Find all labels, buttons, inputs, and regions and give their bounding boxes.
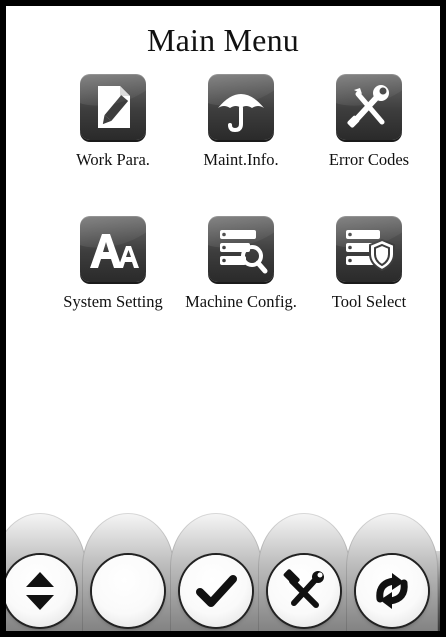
font-aa-icon (90, 234, 139, 268)
document-pencil-icon (98, 86, 130, 128)
scroll-button[interactable] (6, 513, 86, 631)
tools-button[interactable] (258, 513, 350, 631)
work-para-tile[interactable] (80, 74, 146, 140)
database-search-icon (220, 230, 268, 274)
bottom-toolbar (6, 513, 440, 631)
tool-select-tile[interactable] (336, 216, 402, 282)
menu-label: Tool Select (331, 292, 407, 311)
button-face[interactable] (180, 555, 252, 627)
menu-item-work-para[interactable]: Work Para. (44, 74, 182, 170)
error-codes-tile[interactable] (336, 74, 402, 140)
button-face[interactable] (268, 555, 340, 627)
menu-label: Work Para. (76, 150, 150, 169)
button-face[interactable] (6, 555, 76, 627)
sync-arrows-icon (376, 573, 408, 609)
main-menu-screen: Main Menu Work Para. Maint.Info. Error C… (0, 0, 446, 637)
button-face[interactable] (92, 555, 164, 627)
database-shield-icon (346, 230, 395, 272)
menu-label: Error Codes (328, 150, 410, 169)
refresh-button[interactable] (346, 513, 438, 631)
menu-item-system-setting[interactable]: System Setting (44, 216, 182, 312)
blank-button[interactable] (82, 513, 174, 631)
button-face[interactable] (356, 555, 428, 627)
system-setting-tile[interactable] (80, 216, 146, 282)
menu-label: Maint.Info. (203, 150, 279, 169)
menu-label: System Setting (63, 292, 163, 311)
page-title: Main Menu (146, 22, 299, 58)
machine-config-tile[interactable] (208, 216, 274, 282)
menu-item-error-codes[interactable]: Error Codes (300, 74, 438, 170)
maint-info-tile[interactable] (208, 74, 274, 140)
checkmark-icon (196, 575, 237, 607)
menu-label: Machine Config. (185, 292, 297, 311)
menu-item-tool-select[interactable]: Tool Select (300, 216, 438, 312)
confirm-button[interactable] (170, 513, 262, 631)
wrench-screwdriver-icon (347, 85, 389, 128)
menu-item-machine-config[interactable]: Machine Config. (172, 216, 310, 312)
umbrella-icon (218, 94, 264, 133)
menu-item-maint-info[interactable]: Maint.Info. (172, 74, 310, 170)
up-down-arrows-icon (26, 572, 54, 610)
hammer-wrench-icon (283, 569, 324, 608)
